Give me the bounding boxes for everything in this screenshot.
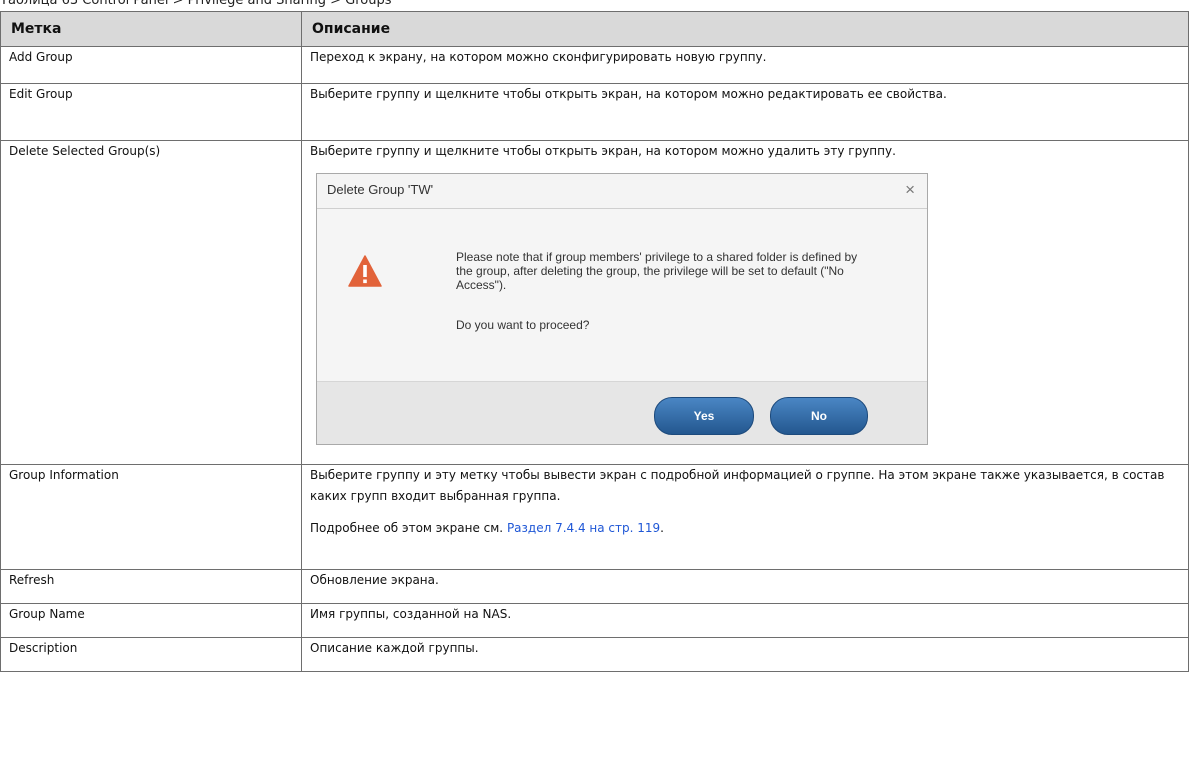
row-label: Group Name [0, 603, 302, 638]
table-row: Refresh Обновление экрана. [0, 569, 1189, 604]
table-row: Description Описание каждой группы. [0, 637, 1189, 672]
table-row: Group Information Выберите группу и эту … [0, 464, 1189, 570]
row-description: Обновление экрана. [301, 569, 1189, 604]
description-table: Метка Описание Add Group Переход к экран… [0, 11, 1189, 672]
dialog-footer: Yes No [317, 381, 927, 444]
dialog-body: Please note that if group members' privi… [317, 209, 927, 381]
table-header-row: Метка Описание [0, 11, 1189, 47]
warning-icon [348, 255, 382, 287]
header-label: Метка [0, 11, 302, 47]
dialog-message: Please note that if group members' privi… [456, 250, 858, 292]
table-row: Add Group Переход к экрану, на котором м… [0, 46, 1189, 84]
row-description: Имя группы, созданной на NAS. [301, 603, 1189, 638]
row-label: Delete Selected Group(s) [0, 140, 302, 465]
row-label: Add Group [0, 46, 302, 84]
row-label: Edit Group [0, 83, 302, 141]
header-description: Описание [301, 11, 1189, 47]
table-row: Edit Group Выберите группу и щелкните чт… [0, 83, 1189, 141]
table-row: Delete Selected Group(s) Выберите группу… [0, 140, 1189, 465]
table-row: Group Name Имя группы, созданной на NAS. [0, 603, 1189, 638]
row-label: Group Information [0, 464, 302, 570]
delete-group-dialog: Delete Group 'TW' × Please note that if … [316, 173, 928, 445]
no-button[interactable]: No [770, 397, 868, 435]
close-icon[interactable]: × [905, 181, 915, 199]
table-caption: Таблица 63 Control Panel > Privilege and… [0, 0, 392, 8]
row-label: Description [0, 637, 302, 672]
row-description: Выберите группу и эту метку чтобы вывест… [310, 468, 1165, 503]
row-description: Описание каждой группы. [301, 637, 1189, 672]
more-info-line: Подробнее об этом экране см. Раздел 7.4.… [310, 518, 1180, 539]
dialog-title: Delete Group 'TW' [327, 182, 434, 197]
row-description: Выберите группу и щелкните чтобы открыть… [310, 144, 896, 158]
row-description: Переход к экрану, на котором можно сконф… [301, 46, 1189, 84]
more-info-text: Подробнее об этом экране см. [310, 521, 504, 535]
yes-button[interactable]: Yes [654, 397, 754, 435]
row-description: Выберите группу и щелкните чтобы открыть… [301, 83, 1189, 141]
row-label: Refresh [0, 569, 302, 604]
dialog-question: Do you want to proceed? [456, 318, 590, 332]
dialog-header: Delete Group 'TW' × [317, 174, 927, 209]
section-link[interactable]: Раздел 7.4.4 на стр. 119 [507, 521, 660, 535]
more-info-suffix: . [660, 521, 664, 535]
